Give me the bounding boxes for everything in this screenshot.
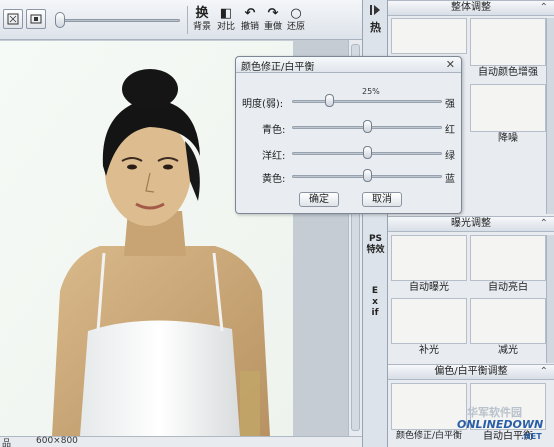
redo-button[interactable]: ↷ 重做 [261, 6, 285, 36]
toolbar-divider [187, 6, 188, 34]
brightness-slider-knob[interactable] [325, 94, 334, 107]
thumb-overall-1[interactable] [391, 18, 467, 54]
panel-scrollbar-top[interactable] [546, 18, 554, 214]
tab-hot[interactable]: 热 [366, 22, 385, 34]
status-prefix: 品 [2, 439, 12, 447]
fit-window-icon[interactable] [3, 9, 23, 29]
close-icon[interactable]: ✕ [446, 58, 455, 71]
thumb-label: 补光 [419, 345, 439, 356]
tab-ps-effects[interactable]: PS特效 [366, 234, 385, 256]
thumbnail-image [391, 298, 467, 344]
section-title: 整体调整 [451, 2, 491, 13]
compare-icon: ◧ [219, 6, 233, 21]
thumb-label: 自动亮白 [488, 282, 528, 293]
status-bar: 品 600×800 [0, 436, 362, 447]
yellow-blue-slider-knob[interactable] [362, 169, 372, 182]
thumb-auto-brighten[interactable]: 自动亮白 [470, 235, 546, 294]
undo-label: 撤销 [240, 22, 259, 32]
watermark-dot: .NET [521, 432, 542, 441]
zoom-slider-knob[interactable] [55, 12, 65, 28]
thumbnail-image [470, 298, 546, 344]
thumb-denoise[interactable]: 降噪 [470, 84, 546, 145]
undo-icon: ↶ [244, 6, 256, 21]
thumb-fill-light[interactable]: 补光 [391, 298, 467, 357]
redo-icon: ↷ [267, 6, 279, 21]
thumb-label: 降噪 [498, 133, 518, 144]
section-header-exposure[interactable]: 曝光调整 ⌃ [388, 216, 554, 232]
green-label: 绿 [445, 151, 455, 162]
cancel-button[interactable]: 取消 [362, 192, 402, 207]
section-header-white-balance[interactable]: 偏色/白平衡调整 ⌃ [388, 364, 554, 380]
thumbnail-image [470, 18, 546, 66]
thumb-auto-exposure[interactable]: 自动曝光 [391, 235, 467, 294]
undo-button[interactable]: ↶ 撤销 [238, 6, 262, 36]
thumbnail-image [470, 84, 546, 132]
compare-label: 对比 [216, 22, 235, 32]
collapse-icon[interactable]: ⌃ [540, 365, 548, 379]
thumb-label: 自动颜色增强 [478, 67, 538, 78]
collapse-icon[interactable]: ⌃ [540, 1, 548, 15]
compare-button[interactable]: ◧ 对比 [214, 6, 238, 36]
restore-button[interactable]: ○ 还原 [284, 6, 308, 36]
actual-size-icon[interactable] [26, 9, 46, 29]
thumb-label: 自动曝光 [409, 282, 449, 293]
thumb-auto-color[interactable]: 自动颜色增强 [470, 18, 546, 79]
change-background-label: 背景 [192, 22, 211, 32]
redo-label: 重做 [263, 22, 282, 32]
zoom-slider-track[interactable] [55, 19, 180, 22]
blue-label: 蓝 [445, 174, 455, 185]
image-size-readout: 600×800 [36, 436, 78, 446]
section-title: 偏色/白平衡调整 [434, 366, 508, 377]
restore-icon: ○ [290, 6, 302, 21]
dialog-title: 颜色修正/白平衡 [241, 62, 315, 73]
collapse-panel-icon[interactable] [368, 4, 384, 16]
magenta-label: 洋红: [262, 151, 286, 162]
tab-exif[interactable]: Exif [371, 286, 379, 319]
brightness-slider-track[interactable] [292, 100, 442, 103]
site-watermark: 华军软件园 ONLINEDOWN .NET [455, 404, 551, 444]
restore-label: 还原 [286, 22, 305, 32]
thumbnail-image [470, 235, 546, 281]
brightness-value: 25% [362, 87, 380, 96]
yellow-label: 黄色: [262, 174, 286, 185]
thumb-label: 减光 [498, 345, 518, 356]
change-background-button[interactable]: 换 背景 [190, 6, 214, 36]
brightness-right-label: 强 [445, 99, 455, 110]
red-label: 红 [445, 125, 455, 136]
dialog-titlebar[interactable]: 颜色修正/白平衡 ✕ [236, 57, 461, 73]
magenta-green-slider-knob[interactable] [362, 146, 372, 159]
brightness-label: 明度(弱): [242, 99, 284, 110]
thumb-reduce-light[interactable]: 减光 [470, 298, 546, 357]
change-background-icon: 换 [195, 6, 209, 21]
section-header-overall[interactable]: 整体调整 ⌃ [388, 0, 554, 16]
toolbar: 换 背景 ◧ 对比 ↶ 撤销 ↷ 重做 ○ 还原 [0, 0, 362, 40]
thumbnail-image [391, 18, 467, 54]
ok-button[interactable]: 确定 [299, 192, 339, 207]
cyan-label: 青色: [262, 125, 286, 136]
thumbnail-image [391, 235, 467, 281]
color-correction-dialog: 颜色修正/白平衡 ✕ 25% 明度(弱): 强 青色: 红 洋红: 绿 黄色: … [235, 56, 462, 214]
watermark-en: ONLINEDOWN [457, 418, 544, 431]
cyan-red-slider-knob[interactable] [362, 120, 372, 133]
collapse-icon[interactable]: ⌃ [540, 217, 548, 231]
section-title: 曝光调整 [451, 218, 491, 229]
panel-scrollbar-middle[interactable] [546, 235, 554, 363]
